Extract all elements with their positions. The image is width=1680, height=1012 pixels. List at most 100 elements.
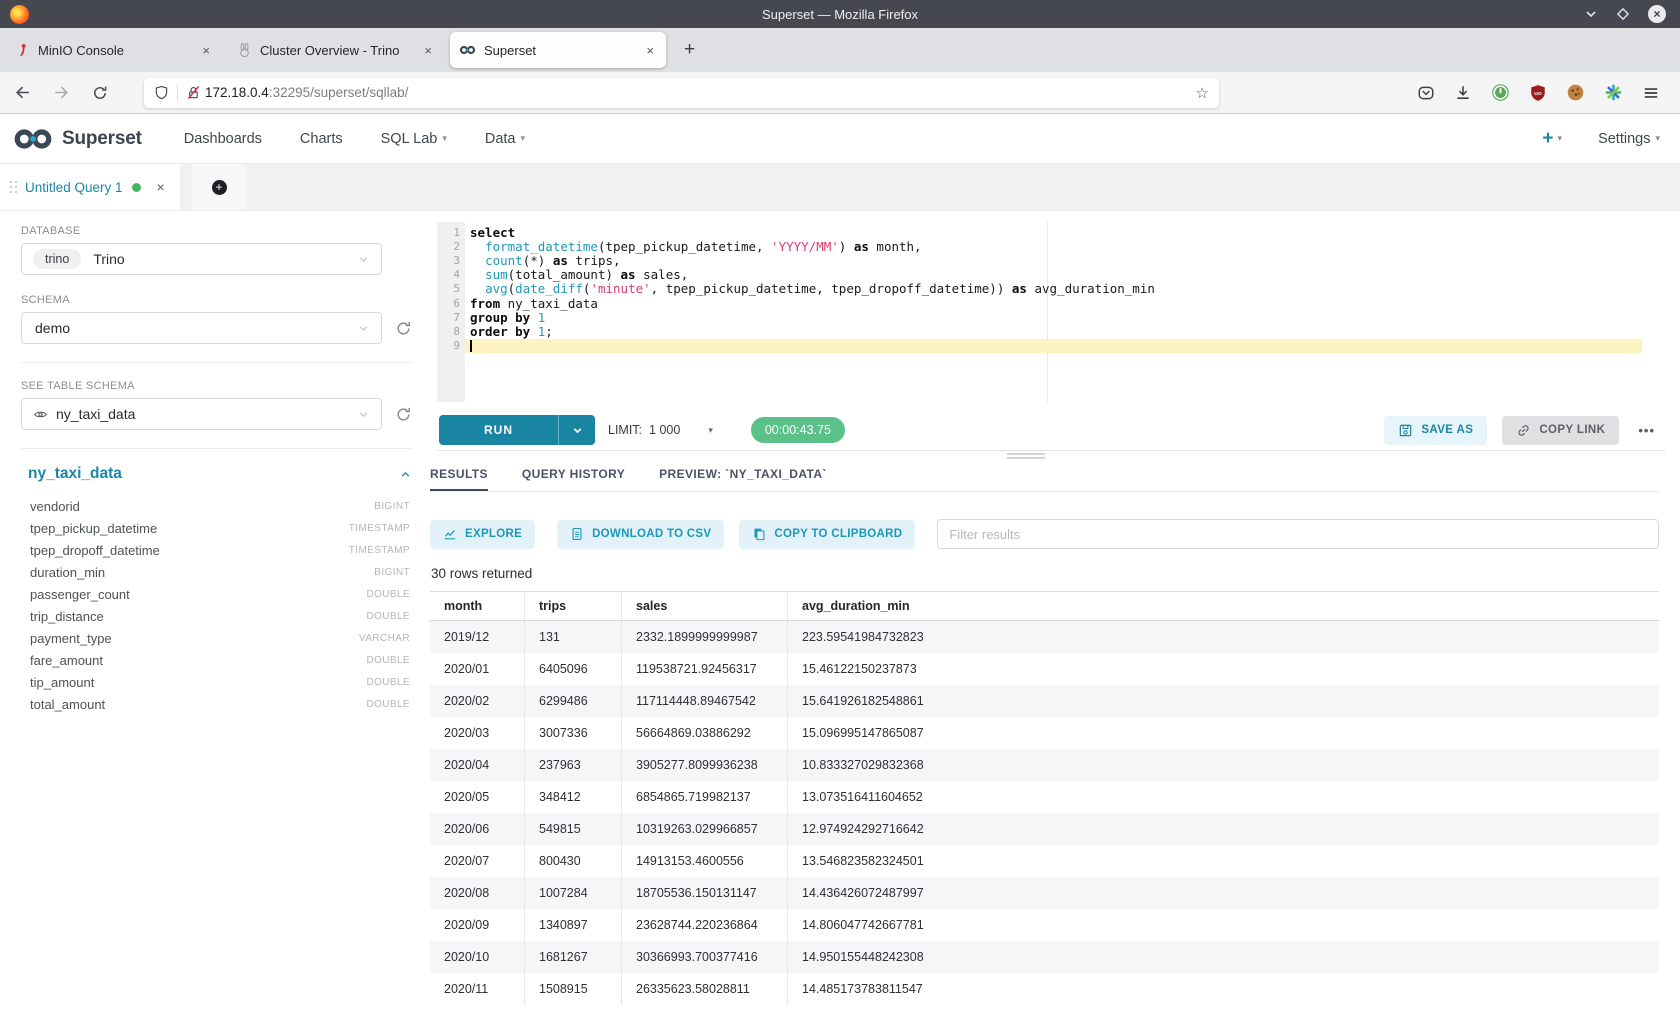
resize-handle[interactable] (1007, 453, 1045, 455)
tab-close-icon[interactable]: × (199, 43, 213, 58)
run-options-caret[interactable] (558, 415, 595, 445)
query-tab-row: Untitled Query 1 × + (0, 164, 1680, 211)
tab-close-icon[interactable]: × (643, 43, 657, 58)
back-button[interactable] (14, 84, 31, 101)
column-header-trips[interactable]: trips (525, 592, 622, 620)
schema-column-row[interactable]: vendoridBIGINT (30, 495, 410, 517)
explore-button[interactable]: EXPLORE (430, 520, 535, 549)
query-tab-untitled[interactable]: Untitled Query 1 × (0, 164, 180, 210)
green-extension-icon[interactable] (1491, 83, 1510, 102)
table-row[interactable]: 2020/016405096119538721.9245631715.46122… (430, 653, 1659, 685)
close-button[interactable]: × (1648, 5, 1666, 23)
database-select[interactable]: trino Trino (21, 243, 382, 275)
add-new-button[interactable]: +▾ (1542, 128, 1562, 150)
table-cell: 56664869.03886292 (622, 717, 788, 749)
tab-close-icon[interactable]: × (421, 43, 435, 58)
copy-link-button[interactable]: COPY LINK (1502, 416, 1619, 445)
nav-item-sql-lab[interactable]: SQL Lab▾ (381, 131, 447, 147)
hamburger-menu-icon[interactable] (1642, 84, 1660, 102)
browser-tab-bar: MinIO Console × Cluster Overview - Trino… (0, 28, 1680, 72)
table-cell: 13.546823582324501 (788, 845, 1659, 877)
schema-column-row[interactable]: total_amountDOUBLE (30, 693, 410, 715)
ublock-shield-icon[interactable]: UO (1529, 84, 1547, 102)
save-as-button[interactable]: SAVE AS (1384, 416, 1487, 445)
new-tab-button[interactable]: + (678, 39, 701, 61)
table-cell: 223.59541984732823 (788, 621, 1659, 653)
query-timer-badge: 00:00:43.75 (751, 417, 845, 443)
refresh-tables-icon[interactable] (395, 406, 412, 423)
nav-item-dashboards[interactable]: Dashboards (184, 131, 262, 147)
sql-editor[interactable]: 1select2 format_datetime(tpep_pickup_dat… (437, 222, 1659, 402)
copy-clipboard-button[interactable]: COPY TO CLIPBOARD (739, 520, 915, 549)
tab-preview-table[interactable]: PREVIEW: `NY_TAXI_DATA` (659, 467, 827, 491)
table-row[interactable]: 2020/0780043014913153.460055613.54682358… (430, 845, 1659, 877)
schema-column-row[interactable]: tpep_pickup_datetimeTIMESTAMP (30, 517, 410, 539)
schema-column-row[interactable]: duration_minBIGINT (30, 561, 410, 583)
maximize-button[interactable] (1616, 7, 1630, 21)
tab-label: Cluster Overview - Trino (260, 43, 421, 58)
table-row[interactable]: 2020/042379633905277.809993623810.833327… (430, 749, 1659, 781)
plus-circle-icon: + (212, 180, 227, 195)
schema-column-row[interactable]: fare_amountDOUBLE (30, 649, 410, 671)
browser-tab-superset[interactable]: Superset × (450, 32, 666, 68)
column-header-avg_duration_min[interactable]: avg_duration_min (788, 592, 1659, 620)
table-row[interactable]: 2019/121312332.1899999999987223.59541984… (430, 621, 1659, 653)
table-cell: 12.974924292716642 (788, 813, 1659, 845)
bookmark-star-icon[interactable]: ☆ (1196, 84, 1209, 102)
table-cell: 2020/03 (430, 717, 525, 749)
cookie-icon[interactable] (1566, 83, 1585, 102)
code-text: avg(date_diff('minute', tpep_pickup_date… (465, 282, 1642, 296)
download-csv-button[interactable]: DOWNLOAD TO CSV (557, 520, 724, 549)
refresh-schema-icon[interactable] (395, 320, 412, 337)
table-cell: 26335623.58028811 (622, 973, 788, 1005)
table-row[interactable]: 2020/026299486117114448.8946754215.64192… (430, 685, 1659, 717)
table-row[interactable]: 2020/03300733656664869.0388629215.096995… (430, 717, 1659, 749)
line-number: 8 (437, 325, 465, 338)
filter-results-input[interactable] (937, 519, 1659, 549)
collapse-table-icon[interactable] (399, 468, 412, 481)
schema-column-row[interactable]: tpep_dropoff_datetimeTIMESTAMP (30, 539, 410, 561)
more-options-button[interactable]: ••• (1634, 423, 1659, 438)
asterisk-extension-icon[interactable] (1604, 83, 1623, 102)
schema-column-row[interactable]: tip_amountDOUBLE (30, 671, 410, 693)
table-row[interactable]: 2020/053484126854865.71998213713.0735164… (430, 781, 1659, 813)
schema-select[interactable]: demo (21, 312, 382, 344)
table-row[interactable]: 2020/08100728418705536.15013114714.43642… (430, 877, 1659, 909)
code-text: select (465, 225, 1642, 239)
nav-item-data[interactable]: Data▾ (485, 131, 525, 147)
superset-navbar: Superset Dashboards Charts SQL Lab▾ Data… (0, 114, 1680, 164)
file-icon (570, 527, 584, 541)
tab-results[interactable]: RESULTS (430, 467, 488, 491)
url-bar[interactable]: 172.18.0.4:32295/superset/sqllab/ ☆ (144, 78, 1219, 108)
chart-icon (443, 527, 457, 541)
add-query-tab[interactable]: + (192, 164, 246, 210)
query-tab-close-icon[interactable]: × (157, 179, 165, 195)
table-row[interactable]: 2020/10168126730366993.70037741614.95015… (430, 941, 1659, 973)
table-cell: 1681267 (525, 941, 622, 973)
column-name: trip_distance (30, 609, 104, 624)
drag-handle-icon[interactable] (10, 180, 17, 194)
downloads-icon[interactable] (1454, 84, 1472, 102)
reload-button[interactable] (92, 85, 108, 101)
browser-tab-minio[interactable]: MinIO Console × (6, 32, 222, 68)
table-select[interactable]: ny_taxi_data (21, 398, 382, 430)
settings-menu[interactable]: Settings▾ (1598, 131, 1660, 147)
tab-query-history[interactable]: QUERY HISTORY (522, 467, 625, 491)
browser-tab-trino[interactable]: Cluster Overview - Trino × (228, 32, 444, 68)
table-row[interactable]: 2020/0654981510319263.02996685712.974924… (430, 813, 1659, 845)
schema-column-row[interactable]: passenger_countDOUBLE (30, 583, 410, 605)
nav-item-charts[interactable]: Charts (300, 131, 343, 147)
column-header-sales[interactable]: sales (622, 592, 788, 620)
table-row[interactable]: 2020/09134089723628744.22023686414.80604… (430, 909, 1659, 941)
line-number: 2 (437, 240, 465, 253)
forward-button[interactable] (53, 84, 70, 101)
superset-brand[interactable]: Superset (12, 128, 142, 150)
table-row[interactable]: 2020/11150891526335623.5802881114.485173… (430, 973, 1659, 1005)
pocket-icon[interactable] (1417, 84, 1435, 102)
minimize-button[interactable] (1584, 7, 1598, 21)
schema-column-row[interactable]: payment_typeVARCHAR (30, 627, 410, 649)
run-button[interactable]: RUN (439, 415, 595, 445)
limit-dropdown[interactable]: LIMIT: 1 000 ▾ (608, 423, 713, 437)
column-header-month[interactable]: month (430, 592, 525, 620)
schema-column-row[interactable]: trip_distanceDOUBLE (30, 605, 410, 627)
